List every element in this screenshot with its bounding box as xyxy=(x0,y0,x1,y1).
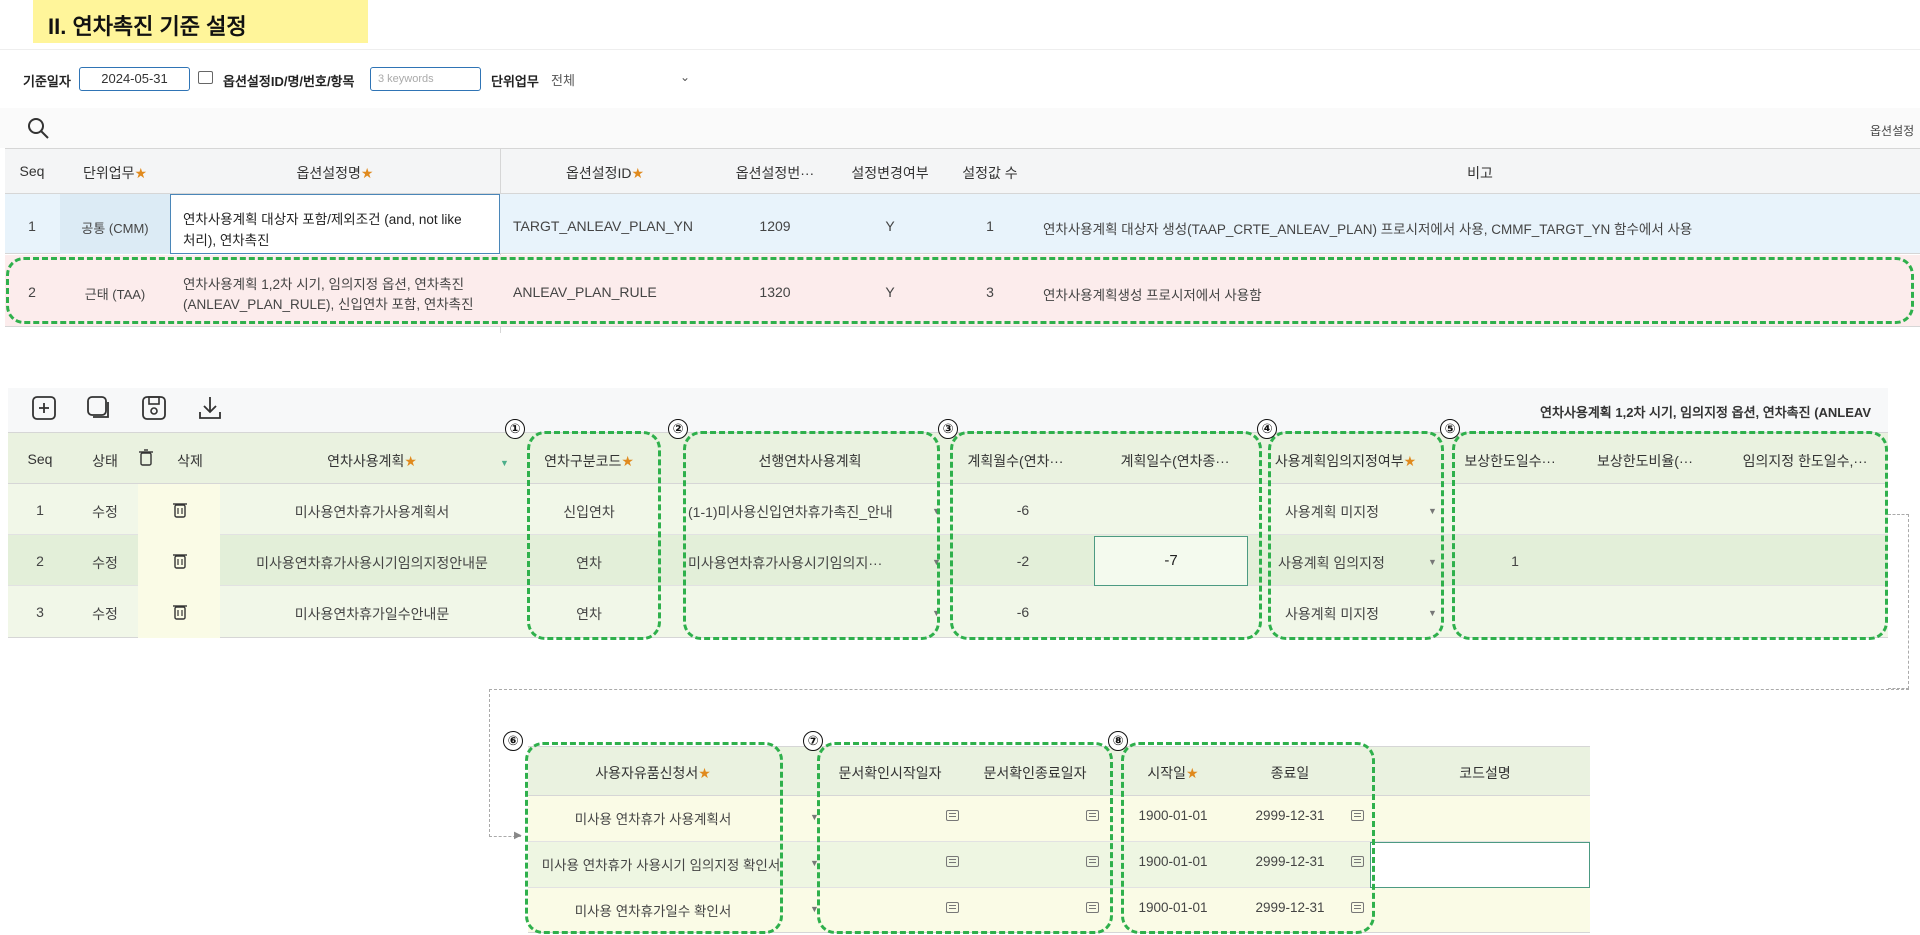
save-icon[interactable] xyxy=(141,395,167,421)
chevron-down-icon[interactable]: ⌄ xyxy=(680,70,690,84)
date-input[interactable]: 2024-05-31 xyxy=(79,67,190,91)
row-option-id: TARGT_ANLEAV_PLAN_YN xyxy=(513,218,693,234)
delete-row-icon[interactable] xyxy=(173,552,187,569)
marker-7: ⑦ xyxy=(803,731,823,751)
col-status: 상태 xyxy=(92,453,118,469)
delete-row-icon[interactable] xyxy=(173,603,187,620)
row-seq: 2 xyxy=(36,553,44,569)
highlight-group-2 xyxy=(683,431,940,640)
calendar-icon[interactable] xyxy=(198,71,213,84)
highlight-row-2 xyxy=(6,257,1914,324)
trash-icon xyxy=(139,449,153,466)
marker-6: ⑥ xyxy=(503,731,523,751)
col-note: 비고 xyxy=(1467,165,1493,181)
grid-toolbar xyxy=(0,108,1920,148)
download-icon[interactable] xyxy=(197,395,223,421)
sort-icon[interactable]: ▼ xyxy=(500,458,509,468)
connector-line xyxy=(489,689,1909,690)
highlight-group-5 xyxy=(1452,431,1888,640)
row-option-no: 1209 xyxy=(759,218,791,234)
copy-icon[interactable] xyxy=(86,395,112,421)
col-option-id-label: 옵션설정ID xyxy=(565,165,632,181)
date-label: 기준일자 xyxy=(23,74,71,89)
col-option-name-label: 옵션설정명 xyxy=(296,165,361,181)
unit-label: 단위업무 xyxy=(491,74,539,89)
add-icon[interactable] xyxy=(31,395,57,421)
option-filter-label: 옵션설정ID/명/번호/항목 xyxy=(223,74,355,89)
highlight-group-1 xyxy=(527,431,661,640)
row-plan: 미사용연차휴가일수안내문 xyxy=(294,606,450,622)
marker-1: ① xyxy=(505,419,525,439)
row-status: 수정 xyxy=(92,606,118,622)
highlight-group-4 xyxy=(1268,431,1444,640)
marker-5: ⑤ xyxy=(1440,419,1460,439)
marker-3: ③ xyxy=(938,419,958,439)
col-changed: 설정변경여부 xyxy=(851,165,929,181)
col-seq: Seq xyxy=(19,163,45,179)
col-delete: 삭제 xyxy=(177,453,203,469)
marker-4: ④ xyxy=(1257,419,1277,439)
row-note: 연차사용계획 대상자 생성(TAAP_CRTE_ANLEAV_PLAN) 프로시… xyxy=(1043,222,1693,237)
connector-line xyxy=(489,689,490,837)
row-seq: 3 xyxy=(36,604,44,620)
row-unit: 공통 (CMM) xyxy=(81,221,149,236)
row-status: 수정 xyxy=(92,555,118,571)
col-option-id: 옵션설정ID★ xyxy=(565,165,645,181)
connector-line xyxy=(1888,514,1909,689)
col-count: 설정값 수 xyxy=(962,165,1018,181)
page-title: II. 연차촉진 기준 설정 xyxy=(48,14,247,39)
row-plan: 미사용연차휴가사용시기임의지정안내문 xyxy=(256,555,488,571)
col-option-no: 옵션설정번··· xyxy=(735,165,815,181)
search-icon[interactable] xyxy=(26,116,50,140)
col-plan: 연차사용계획★ xyxy=(327,453,417,469)
highlight-group-6 xyxy=(525,742,783,934)
col-plan-label: 연차사용계획 xyxy=(327,453,405,469)
highlight-group-8 xyxy=(1121,742,1375,934)
detail-grid-caption: 연차사용계획 1,2차 시기, 임의지정 옵션, 연차촉진 (ANLEAV xyxy=(1540,405,1872,420)
divider xyxy=(0,49,1920,50)
row-plan: 미사용연차휴가사용계획서 xyxy=(294,504,450,520)
row-changed: Y xyxy=(885,218,895,234)
col-unit-label: 단위업무 xyxy=(82,165,135,181)
marker-8: ⑧ xyxy=(1108,731,1128,751)
highlight-group-7 xyxy=(817,742,1113,934)
col-desc: 코드설명 xyxy=(1459,765,1511,781)
col-unit: 단위업무★ xyxy=(82,165,148,181)
row-seq: 1 xyxy=(28,218,36,234)
row-count: 1 xyxy=(986,218,994,234)
row-option-name: 연차사용계획 대상자 포함/제외조건 (and, not like xyxy=(183,212,462,227)
delete-row-icon[interactable] xyxy=(173,501,187,518)
arrow-right-icon: ▶ xyxy=(514,830,522,841)
keyword-input[interactable]: 3 keywords xyxy=(370,67,481,91)
row-option-name-cont: 처리), 연차촉진 xyxy=(183,233,270,248)
col-option-name: 옵션설정명★ xyxy=(296,165,374,181)
unit-select[interactable]: 전체 xyxy=(551,70,575,89)
cell-selected[interactable] xyxy=(1370,842,1590,888)
row-seq: 1 xyxy=(36,502,44,518)
option-settings-label: 옵션설정 xyxy=(1870,124,1915,138)
marker-2: ② xyxy=(668,419,688,439)
col-seq: Seq xyxy=(27,451,53,467)
highlight-group-3 xyxy=(950,431,1262,640)
row-status: 수정 xyxy=(92,504,118,520)
